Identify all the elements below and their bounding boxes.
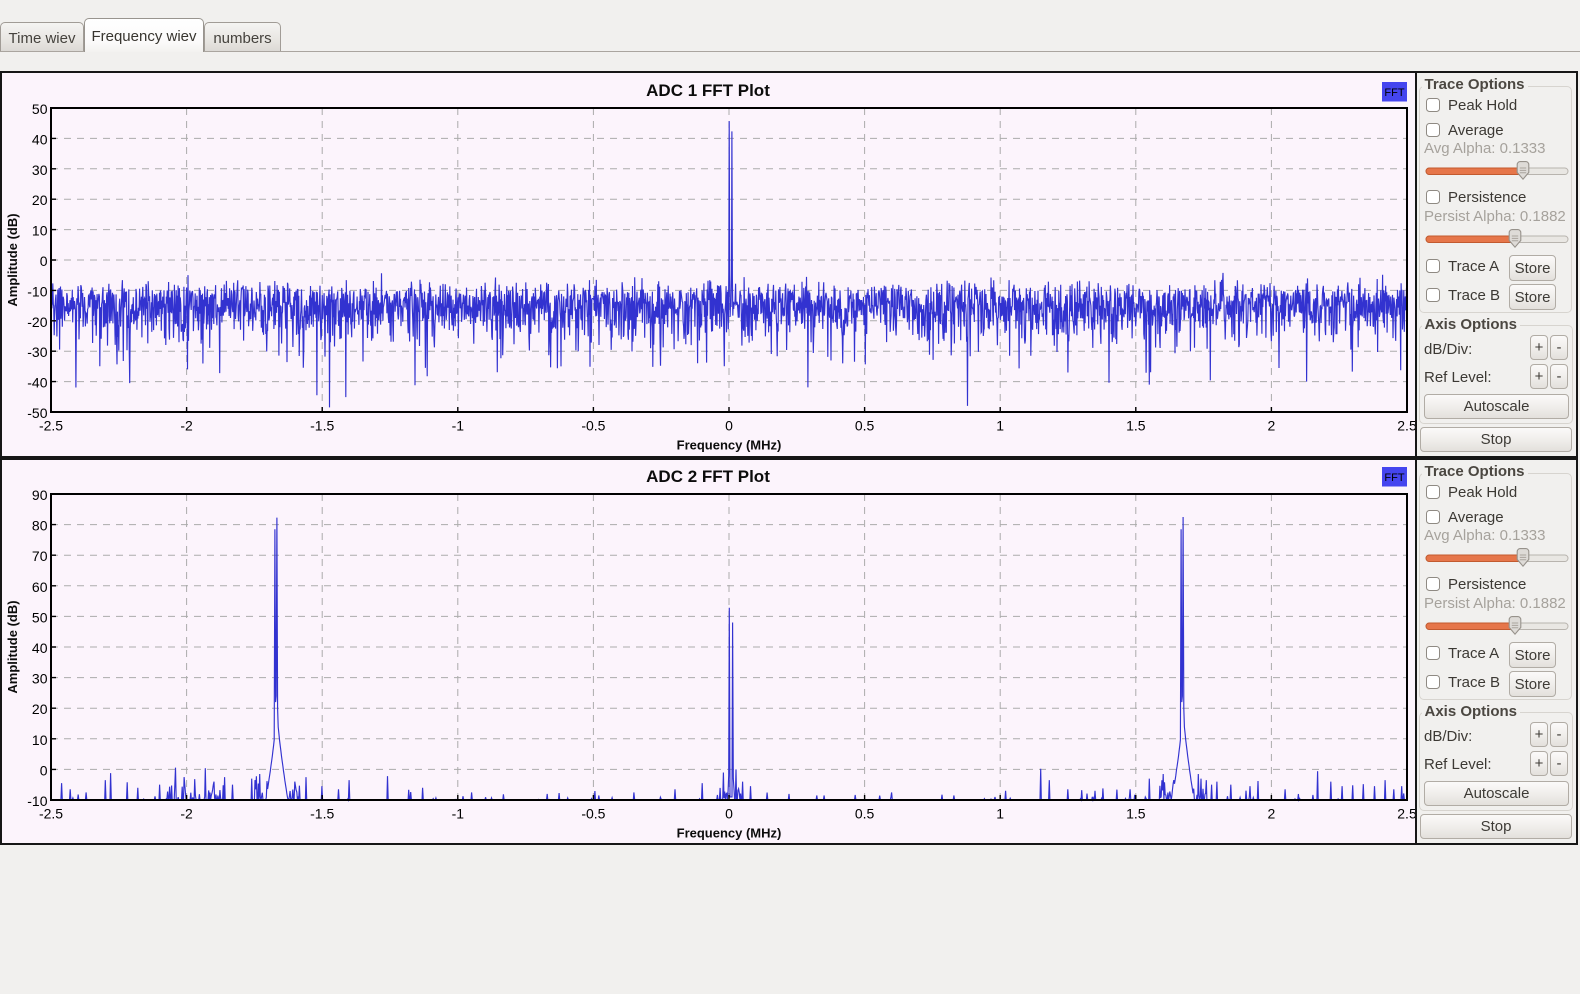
svg-text:2: 2	[1268, 418, 1276, 434]
svg-text:2: 2	[1268, 806, 1276, 822]
svg-text:0: 0	[725, 806, 733, 822]
svg-text:-1: -1	[452, 806, 465, 822]
svg-text:10: 10	[32, 732, 48, 748]
svg-text:-2.5: -2.5	[39, 806, 63, 822]
svg-text:40: 40	[32, 131, 48, 147]
svg-text:-2: -2	[180, 806, 193, 822]
svg-text:-2: -2	[180, 418, 193, 434]
svg-text:Amplitude (dB): Amplitude (dB)	[5, 600, 20, 693]
svg-text:40: 40	[32, 640, 48, 656]
svg-text:-0.5: -0.5	[581, 806, 605, 822]
svg-text:FFT: FFT	[1384, 472, 1404, 484]
svg-text:0.5: 0.5	[855, 418, 875, 434]
svg-text:50: 50	[32, 101, 48, 117]
svg-text:70: 70	[32, 548, 48, 564]
svg-text:-2.5: -2.5	[39, 418, 63, 434]
svg-text:0: 0	[40, 253, 48, 269]
svg-text:1.5: 1.5	[1126, 806, 1146, 822]
svg-text:-0.5: -0.5	[581, 418, 605, 434]
svg-text:0: 0	[725, 418, 733, 434]
svg-text:0.5: 0.5	[855, 806, 875, 822]
svg-text:20: 20	[32, 192, 48, 208]
svg-text:1: 1	[996, 418, 1004, 434]
svg-text:-1.5: -1.5	[310, 418, 334, 434]
svg-text:FFT: FFT	[1384, 87, 1404, 99]
svg-text:-1.5: -1.5	[310, 806, 334, 822]
svg-text:-20: -20	[27, 314, 47, 330]
svg-text:-30: -30	[27, 344, 47, 360]
svg-text:30: 30	[32, 162, 48, 178]
svg-text:90: 90	[32, 487, 48, 503]
svg-text:2.5: 2.5	[1397, 418, 1415, 434]
svg-text:Frequency (MHz): Frequency (MHz)	[677, 438, 782, 453]
svg-text:1: 1	[996, 806, 1004, 822]
svg-text:50: 50	[32, 609, 48, 625]
svg-text:20: 20	[32, 701, 48, 717]
svg-text:-40: -40	[27, 375, 47, 391]
svg-text:30: 30	[32, 671, 48, 687]
svg-text:ADC 2 FFT Plot: ADC 2 FFT Plot	[646, 467, 770, 486]
svg-text:Frequency (MHz): Frequency (MHz)	[677, 826, 782, 841]
svg-text:1.5: 1.5	[1126, 418, 1146, 434]
svg-text:0: 0	[40, 762, 48, 778]
svg-text:-1: -1	[452, 418, 465, 434]
svg-text:10: 10	[32, 223, 48, 239]
svg-text:ADC 1 FFT Plot: ADC 1 FFT Plot	[646, 81, 770, 100]
svg-text:80: 80	[32, 518, 48, 534]
svg-text:60: 60	[32, 579, 48, 595]
svg-text:2.5: 2.5	[1397, 806, 1415, 822]
svg-text:Amplitude (dB): Amplitude (dB)	[5, 213, 20, 306]
svg-text:-10: -10	[27, 283, 47, 299]
